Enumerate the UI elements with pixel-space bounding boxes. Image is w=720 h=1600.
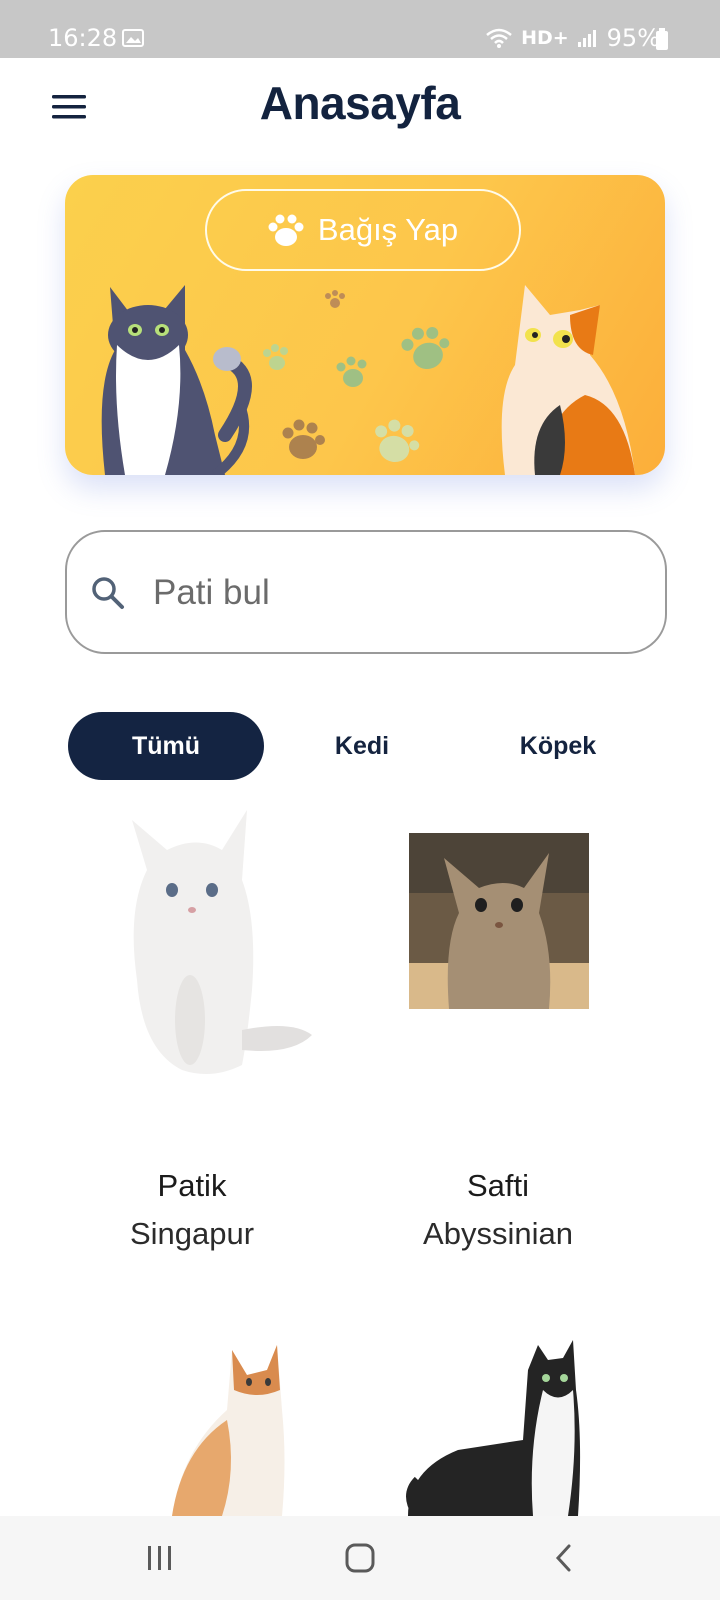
- signal-icon: [577, 30, 596, 47]
- pet-card[interactable]: [348, 1330, 648, 1516]
- pet-name: Safti: [466, 1168, 530, 1203]
- pet-photo: [132, 810, 312, 1074]
- status-bar: 16:28 HD+ 95%: [0, 0, 720, 58]
- back-icon[interactable]: [534, 1534, 594, 1582]
- search-input[interactable]: [151, 554, 645, 632]
- donate-button[interactable]: Bağış Yap: [205, 189, 521, 271]
- wifi-icon: [486, 28, 512, 48]
- status-indicators: HD+ 95%: [485, 24, 660, 52]
- pet-card[interactable]: Safti Abyssinian: [348, 780, 648, 1260]
- pet-photo: [406, 1340, 581, 1516]
- pet-breed: Abyssinian: [423, 1216, 573, 1251]
- search-icon: [92, 577, 124, 609]
- status-time: 16:28: [48, 24, 118, 52]
- home-icon[interactable]: [330, 1534, 390, 1582]
- grey-cat-drawing: [101, 285, 252, 475]
- battery-icon: [656, 28, 668, 50]
- paw-prints-decoration: [263, 290, 450, 463]
- tab-all[interactable]: Tümü: [68, 712, 264, 780]
- donation-banner: Bağış Yap: [65, 175, 665, 475]
- pet-card[interactable]: [42, 1330, 342, 1516]
- tab-cat[interactable]: Kedi: [264, 712, 460, 780]
- top-app-bar: Anasayfa: [0, 58, 720, 158]
- gallery-notification-icon: [122, 29, 144, 47]
- donate-button-label: Bağış Yap: [317, 212, 459, 247]
- page-title: Anasayfa: [259, 77, 461, 129]
- pet-name: Patik: [157, 1168, 227, 1203]
- system-navigation-bar: [0, 1516, 720, 1600]
- battery-percent: 95%: [606, 24, 660, 52]
- search-box[interactable]: [65, 530, 667, 654]
- category-tabs: Tümü Kedi Köpek: [68, 712, 668, 780]
- recents-icon[interactable]: [130, 1534, 190, 1582]
- pet-card[interactable]: Patik Singapur: [42, 780, 342, 1260]
- pet-photo: [409, 833, 589, 1009]
- pet-breed: Singapur: [129, 1216, 255, 1251]
- network-type-label: HD+: [521, 27, 569, 49]
- paw-icon: [268, 214, 304, 246]
- pet-photo: [172, 1345, 285, 1516]
- calico-cat-drawing: [501, 285, 635, 475]
- tab-dog[interactable]: Köpek: [460, 712, 656, 780]
